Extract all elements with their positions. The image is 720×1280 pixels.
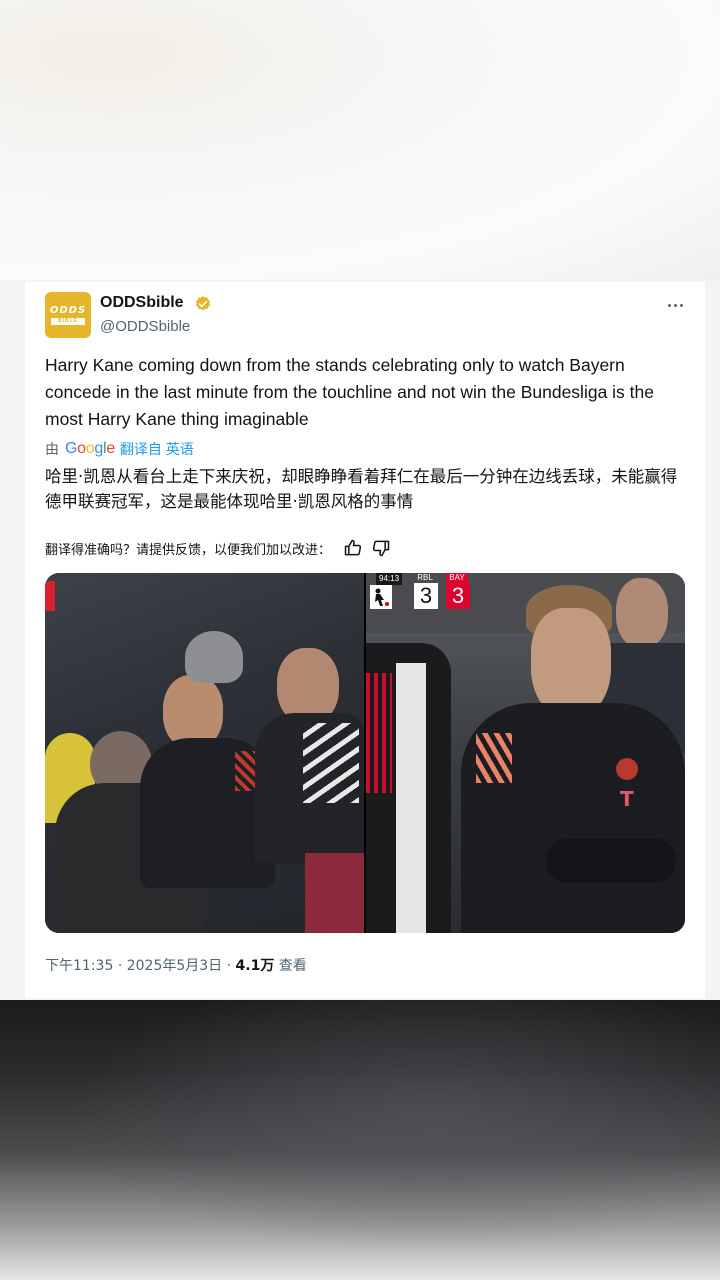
avatar-text-top: ODDS xyxy=(49,305,87,316)
home-score: 3 xyxy=(414,583,438,609)
blurred-background-top xyxy=(0,0,720,280)
tweet-date[interactable]: 2025年5月3日 xyxy=(127,958,222,974)
photo-stands-celebration[interactable] xyxy=(45,573,364,933)
avatar[interactable]: ODDS BIBLE xyxy=(45,292,91,338)
views-label: 查看 xyxy=(278,958,307,974)
photo-touchline[interactable]: T 94:13 RBL 3 BAY 3 xyxy=(366,573,685,933)
bundesliga-figure-icon xyxy=(370,585,392,609)
tweet-card[interactable]: ODDS BIBLE ODDSbible @ODDSbible Harry Ka… xyxy=(25,282,705,998)
meta-separator: · xyxy=(117,958,127,974)
away-score: 3 xyxy=(446,583,470,609)
older-man-stripes xyxy=(303,723,359,803)
kane-shoulder-stripes xyxy=(476,733,512,783)
background-man-head xyxy=(616,578,668,648)
home-team-label: RBL xyxy=(417,573,433,582)
translation-prefix: 由 xyxy=(45,441,59,457)
bundesliga-logo xyxy=(370,585,392,609)
folded-arms xyxy=(546,838,676,883)
tweet-text: Harry Kane coming down from the stands c… xyxy=(45,355,654,429)
verified-badge-icon xyxy=(195,296,211,311)
white-stripe xyxy=(396,663,426,933)
telekom-t: T xyxy=(620,787,634,811)
tweet-media[interactable]: T 94:13 RBL 3 BAY 3 xyxy=(45,573,685,933)
translation-feedback: 翻译得准确吗？请提供反馈，以便我们加以改进： xyxy=(45,538,391,558)
avatar-text-bottom: BIBLE xyxy=(51,318,85,325)
handle[interactable]: @ODDSbible xyxy=(100,318,190,335)
bayern-crest xyxy=(616,758,638,780)
more-options-icon[interactable] xyxy=(661,294,689,316)
thumbs-up-icon[interactable] xyxy=(343,538,363,558)
thumbs-down-icon[interactable] xyxy=(371,538,391,558)
translated-text: 哈里·凯恩从看台上走下来庆祝，却眼睁睁看着拜仁在最后一分钟在边线丢球，未能赢得德… xyxy=(45,467,678,511)
kane-face xyxy=(531,608,611,718)
google-logo: Google xyxy=(65,440,115,457)
translation-attribution: 由 Google 翻译自 英语 xyxy=(45,439,194,459)
red-sleeve xyxy=(305,853,364,933)
views-count: 4.1万 xyxy=(235,958,275,974)
tweet-time[interactable]: 下午11:35 xyxy=(45,958,113,974)
red-banner-edge xyxy=(45,581,55,611)
away-team-label: BAY xyxy=(446,573,468,583)
display-name[interactable]: ODDSbible xyxy=(100,294,184,312)
beanie-kid-head xyxy=(185,631,243,683)
feedback-prompt: 翻译得准确吗？请提供反馈，以便我们加以改进： xyxy=(45,542,332,558)
match-clock: 94:13 xyxy=(376,573,403,585)
meta-separator: · xyxy=(226,958,236,974)
tweet-meta: 下午11:35 · 2025年5月3日 · 4.1万 查看 xyxy=(45,955,307,975)
blurred-background-bottom xyxy=(0,1000,720,1280)
red-sleeve-stripes xyxy=(366,673,392,793)
translated-from-link[interactable]: 翻译自 英语 xyxy=(120,439,194,459)
